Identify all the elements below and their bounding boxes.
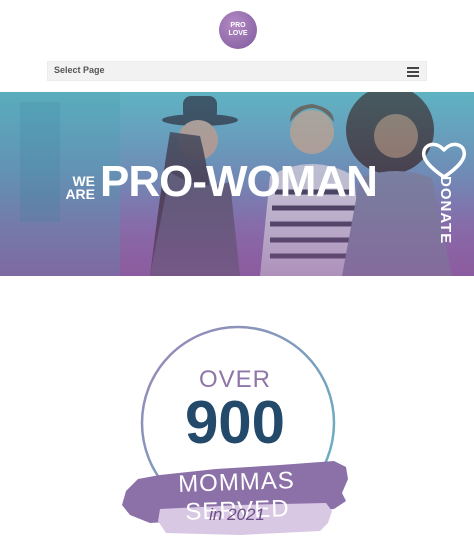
donate-label: DONATE bbox=[437, 176, 454, 245]
served-count: 900 bbox=[184, 389, 286, 456]
we-are-text: WE ARE bbox=[63, 174, 95, 202]
logo-text-pro: PRO bbox=[230, 22, 246, 29]
hero-banner: WE ARE PRO-WOMAN DONATE bbox=[0, 92, 474, 276]
hero-title: PRO-WOMAN bbox=[100, 157, 378, 206]
are-text: ARE bbox=[65, 186, 95, 202]
donate-button[interactable]: DONATE bbox=[420, 140, 468, 250]
mommas-served-stat: OVER 900 MOMMAS SERVED in 2021 bbox=[120, 325, 360, 535]
site-logo[interactable]: PRO LOVE bbox=[219, 11, 257, 49]
heart-icon bbox=[421, 142, 467, 179]
logo-text-love: LOVE bbox=[228, 30, 248, 37]
year-label: in 2021 bbox=[209, 505, 265, 524]
hamburger-menu-icon[interactable] bbox=[407, 67, 419, 77]
select-page-menu[interactable]: Select Page bbox=[47, 61, 427, 81]
select-page-label: Select Page bbox=[54, 65, 105, 75]
